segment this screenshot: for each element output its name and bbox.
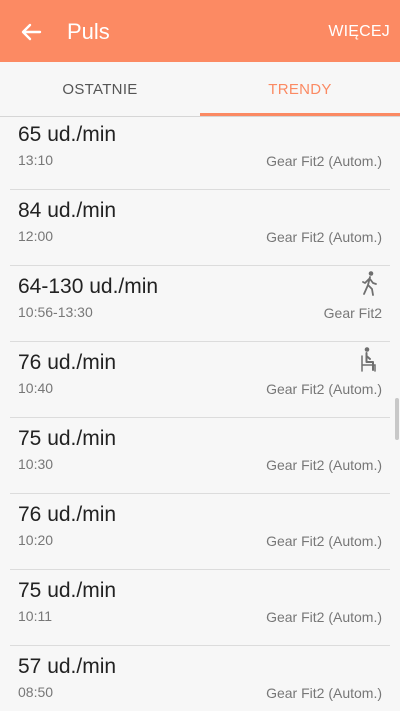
reading-time: 10:40 (18, 380, 54, 396)
list-item[interactable]: 64-130 ud./min 10:56-13:30 Gear Fit2 (0, 266, 400, 342)
scrollbar-thumb[interactable] (395, 398, 399, 440)
list-item[interactable]: 84 ud./min 12:00 Gear Fit2 (Autom.) (0, 190, 400, 266)
reading-time: 10:11 (18, 608, 52, 624)
reading-source: Gear Fit2 (Autom.) (266, 381, 382, 397)
reading-source: Gear Fit2 (Autom.) (266, 457, 382, 473)
reading-value: 76 ud./min (18, 503, 117, 526)
tab-recent[interactable]: OSTATNIE (0, 62, 200, 116)
reading-time: 10:56-13:30 (18, 304, 93, 320)
more-button[interactable]: WIĘCEJ (328, 22, 390, 42)
list-item[interactable]: 76 ud./min 10:20 Gear Fit2 (Autom.) (0, 494, 400, 570)
reading-value: 76 ud./min (18, 351, 117, 374)
arrow-left-icon (21, 23, 42, 41)
reading-time: 10:30 (18, 456, 54, 472)
reading-time: 12:00 (18, 228, 54, 244)
reading-source: Gear Fit2 (Autom.) (266, 609, 382, 625)
back-button[interactable] (14, 15, 48, 49)
walking-icon (362, 271, 377, 296)
tab-trends[interactable]: TRENDY (200, 62, 400, 116)
reading-time: 08:50 (18, 684, 54, 700)
list-item[interactable]: 65 ud./min 13:10 Gear Fit2 (Autom.) (0, 117, 400, 190)
reading-source: Gear Fit2 (323, 305, 382, 321)
reading-value: 64-130 ud./min (18, 275, 159, 298)
reading-value: 75 ud./min (18, 427, 117, 450)
reading-value: 84 ud./min (18, 199, 117, 222)
tab-bar: OSTATNIE TRENDY (0, 62, 400, 116)
list-item[interactable]: 75 ud./min 10:30 Gear Fit2 (Autom.) (0, 418, 400, 494)
reading-source: Gear Fit2 (Autom.) (266, 685, 382, 701)
readings-list[interactable]: 65 ud./min 13:10 Gear Fit2 (Autom.) 84 u… (0, 117, 400, 711)
list-item[interactable]: 57 ud./min 08:50 Gear Fit2 (Autom.) (0, 646, 400, 711)
reading-time: 13:10 (18, 152, 54, 168)
reading-value: 75 ud./min (18, 579, 117, 602)
app-bar: Puls WIĘCEJ (0, 0, 400, 62)
reading-source: Gear Fit2 (Autom.) (266, 153, 382, 169)
reading-time: 10:20 (18, 532, 54, 548)
reading-value: 57 ud./min (18, 655, 117, 678)
page-title: Puls (67, 19, 110, 44)
list-item[interactable]: 75 ud./min 10:11 Gear Fit2 (Autom.) (0, 570, 400, 646)
sitting-icon (361, 347, 376, 372)
list-item[interactable]: 76 ud./min 10:40 Gear Fit2 (Autom.) (0, 342, 400, 418)
reading-source: Gear Fit2 (Autom.) (266, 229, 382, 245)
reading-value: 65 ud./min (18, 123, 117, 146)
reading-source: Gear Fit2 (Autom.) (266, 533, 382, 549)
